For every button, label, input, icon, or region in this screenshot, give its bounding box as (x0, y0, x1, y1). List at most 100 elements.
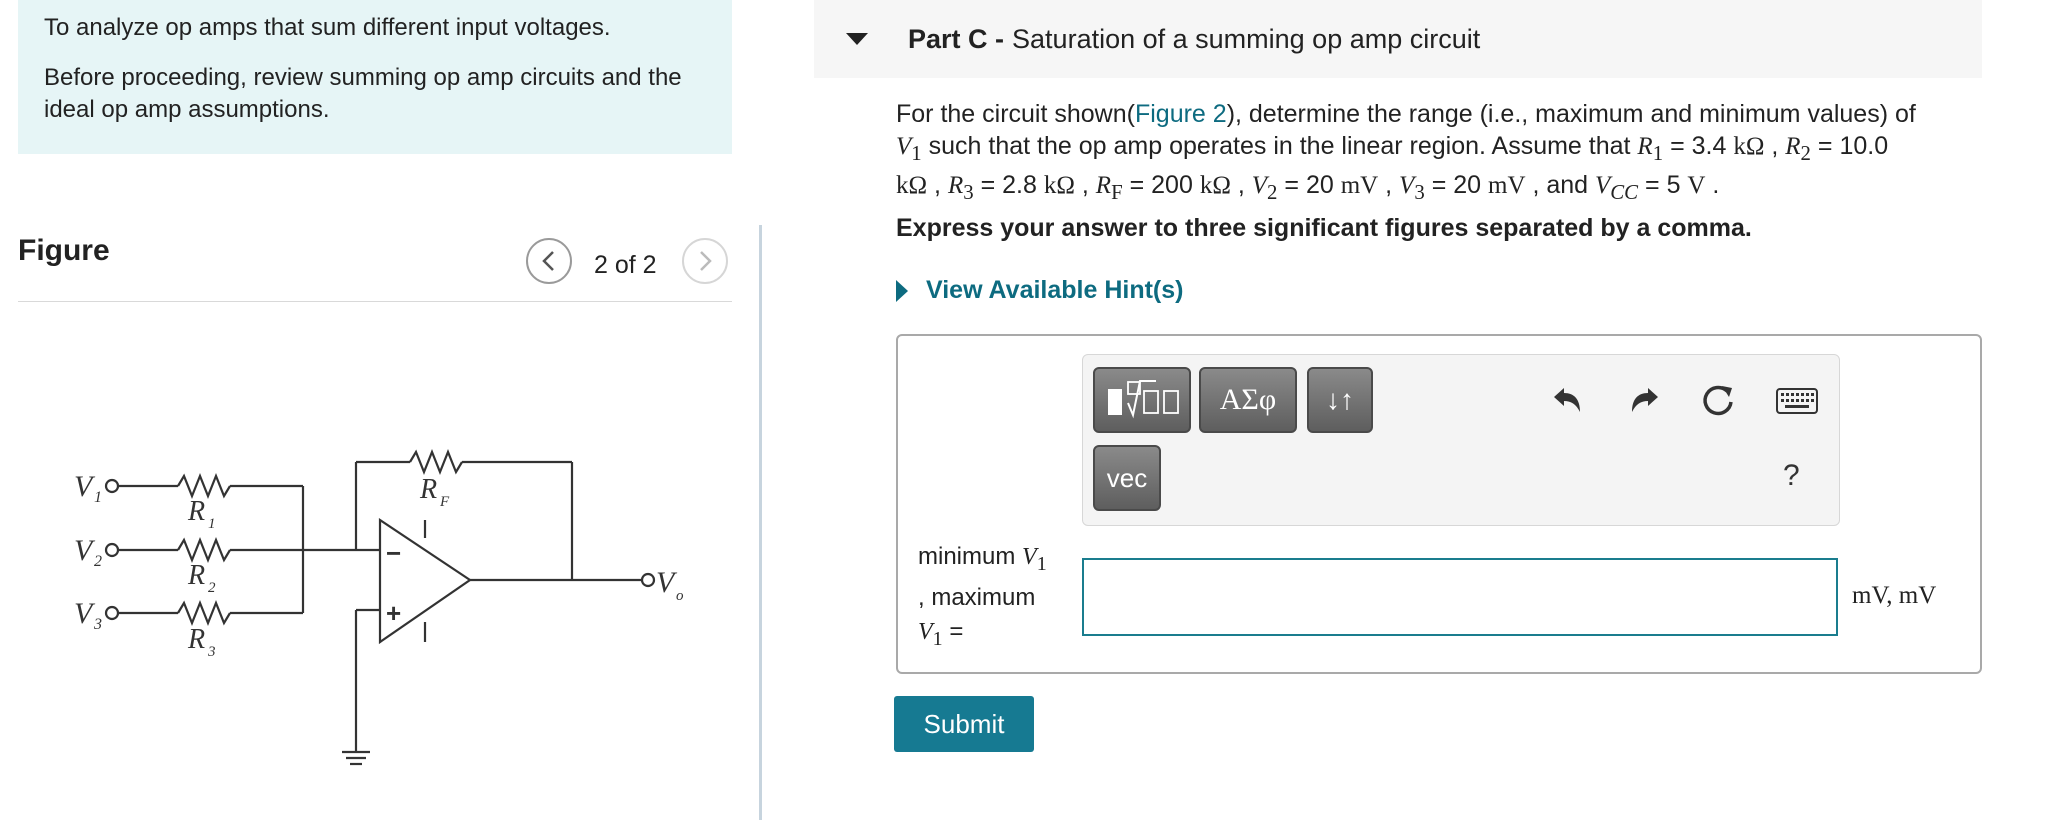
symbol-r2: R (1785, 133, 1801, 160)
summing-op-amp-circuit-diagram: V 1 V 2 V 3 R 1 R 2 R 3 R F V o − + (74, 449, 684, 766)
answer-label-segment: = (942, 617, 964, 645)
question-segment: . (1705, 171, 1720, 199)
label-v2-sub: 2 (94, 553, 102, 570)
label-v3-sub: 3 (93, 616, 102, 633)
unit-v2: mV (1340, 172, 1379, 199)
value-r2: = 10.0 (1810, 132, 1889, 160)
separator: , (1764, 132, 1786, 160)
math-toolbar: ΑΣφ ↓↑ vec ? (1082, 354, 1840, 526)
symbol-r2-sub: 2 (1800, 141, 1811, 165)
pane-divider[interactable] (759, 225, 762, 820)
separator: , (1230, 171, 1252, 199)
label-r2: R (187, 560, 205, 591)
label-r3-sub: 3 (207, 644, 216, 660)
unit-r3: kΩ (1043, 172, 1075, 199)
figure-page-indicator: 2 of 2 (594, 251, 657, 279)
unit-v3: mV (1488, 172, 1526, 199)
question-segment: For the circuit shown( (896, 100, 1135, 128)
templates-button[interactable] (1093, 367, 1191, 433)
answer-label-segment: minimum (918, 543, 1023, 570)
symbol-v1-sub: 1 (911, 141, 922, 165)
label-vo: V (656, 566, 678, 599)
answer-label: minimum V1 , maximum V1 = (918, 540, 1068, 656)
answer-label-v1-sub: 1 (932, 627, 943, 650)
separator: , (1378, 171, 1400, 199)
unit-r1: kΩ (1733, 133, 1765, 160)
label-r3: R (187, 624, 205, 655)
label-r2-sub: 2 (208, 580, 216, 596)
symbol-v3-sub: 3 (1414, 180, 1425, 204)
value-r1: = 3.4 (1663, 132, 1734, 160)
symbol-vcc: V (1595, 172, 1611, 199)
label-v3: V (74, 597, 96, 630)
separator: , (927, 171, 948, 199)
symbol-rf: R (1095, 172, 1112, 199)
arrows-button[interactable]: ↓↑ (1307, 367, 1373, 433)
view-hints-toggle[interactable]: View Available Hint(s) (896, 276, 1183, 305)
answer-label-v1-sub: 1 (1036, 552, 1047, 575)
symbol-rf-sub: F (1111, 180, 1123, 204)
caret-down-icon[interactable] (846, 33, 868, 45)
question-segment: such that the op amp operates in the lin… (921, 132, 1638, 160)
value-v2: = 20 (1277, 171, 1341, 199)
noninverting-input-sign: + (386, 598, 401, 628)
symbol-v2: V (1251, 172, 1268, 199)
redo-icon[interactable] (1623, 379, 1667, 423)
greek-symbols-button[interactable]: ΑΣφ (1199, 367, 1297, 433)
answer-label-v1: V (918, 618, 933, 645)
templates-icon (1108, 380, 1179, 419)
submit-button[interactable]: Submit (894, 696, 1034, 752)
symbol-v2-sub: 2 (1267, 180, 1278, 204)
chevron-left-icon (542, 251, 554, 271)
intro-box: To analyze op amps that sum different in… (18, 0, 732, 154)
symbol-r3: R (947, 172, 964, 199)
value-v3: = 20 (1424, 171, 1488, 199)
symbol-r1: R (1637, 133, 1653, 160)
part-header[interactable]: Part C - Saturation of a summing op amp … (814, 0, 1982, 78)
inverting-input-sign: − (386, 538, 401, 568)
figure-link[interactable]: Figure 2 (1135, 100, 1227, 128)
answer-instruction: Express your answer to three significant… (896, 214, 1752, 242)
answer-units: mV, mV (1852, 582, 1937, 609)
separator: , (1074, 171, 1096, 199)
value-r3: = 2.8 (973, 171, 1044, 199)
answer-input[interactable] (1082, 558, 1838, 636)
previous-figure-button[interactable] (526, 238, 572, 284)
figure-title: Figure (18, 234, 110, 267)
figure-divider (18, 301, 732, 302)
label-r1-sub: 1 (208, 516, 216, 532)
vector-button[interactable]: vec (1093, 445, 1161, 511)
value-vcc: = 5 (1638, 171, 1688, 199)
reset-icon[interactable] (1697, 379, 1741, 423)
symbol-v1: V (896, 133, 912, 160)
label-vo-sub: o (676, 588, 684, 604)
symbol-r3-sub: 3 (963, 180, 974, 204)
unit-vcc: V (1687, 172, 1706, 199)
part-label: Part C - (908, 23, 1005, 54)
label-rf: R (419, 474, 437, 505)
unit-r2: kΩ (896, 172, 928, 199)
question-segment: , and (1525, 171, 1595, 199)
view-hints-label: View Available Hint(s) (926, 276, 1184, 304)
intro-review: Before proceeding, review summing op amp… (44, 64, 682, 123)
keyboard-icon[interactable] (1775, 379, 1819, 423)
symbol-r1-sub: 1 (1652, 141, 1664, 165)
caret-right-icon (896, 279, 908, 302)
symbol-v3: V (1399, 172, 1415, 199)
unit-rf: kΩ (1199, 172, 1231, 199)
part-title: Saturation of a summing op amp circuit (1012, 23, 1481, 54)
next-figure-button[interactable] (682, 238, 728, 284)
label-r1: R (187, 496, 205, 527)
symbol-vcc-sub: CC (1610, 180, 1639, 204)
question-segment: ), determine the range (i.e., maximum an… (1226, 100, 1916, 128)
value-rf: = 200 (1122, 171, 1200, 199)
help-button[interactable]: ? (1783, 459, 1800, 493)
intro-goal: To analyze op amps that sum different in… (44, 14, 611, 41)
chevron-right-icon (700, 251, 712, 271)
label-v1-sub: 1 (94, 489, 102, 506)
answer-label-segment: , maximum (918, 583, 1036, 611)
undo-icon[interactable] (1545, 379, 1589, 423)
answer-label-v1: V (1022, 544, 1037, 570)
label-v2: V (74, 534, 96, 567)
question-text: For the circuit shown(Figure 2), determi… (896, 98, 1976, 208)
